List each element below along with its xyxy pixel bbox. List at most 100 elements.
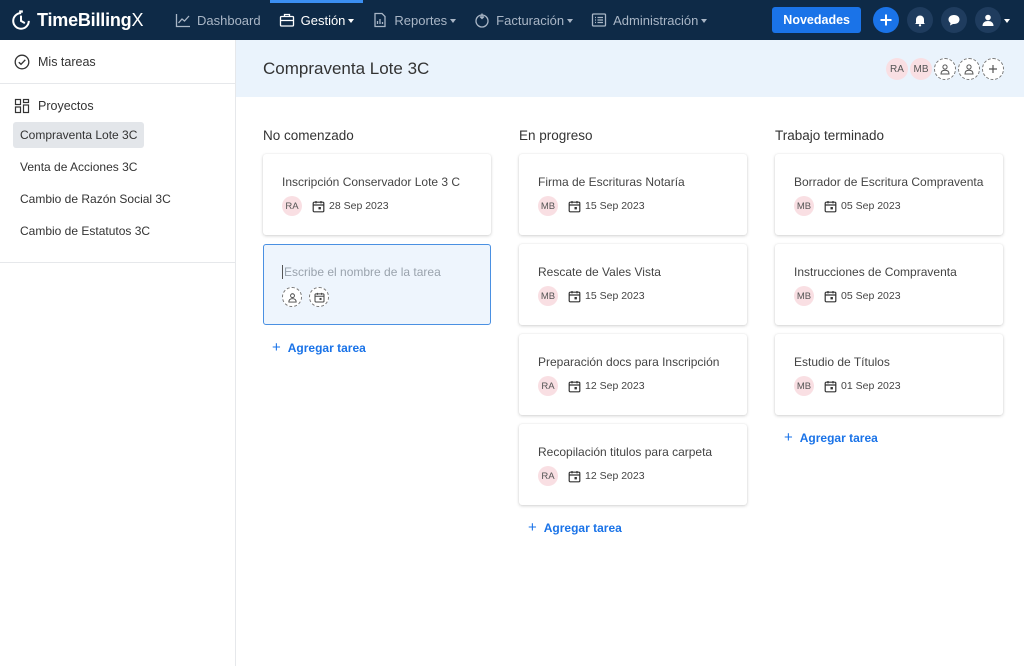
due-date[interactable]: 01 Sep 2023 bbox=[841, 380, 901, 392]
nav-facturacion[interactable]: Facturación bbox=[465, 0, 582, 40]
report-icon bbox=[374, 12, 387, 28]
chevron-down-icon bbox=[701, 19, 708, 23]
project-item[interactable]: Compraventa Lote 3C bbox=[13, 122, 145, 148]
task-card[interactable]: Instrucciones de Compraventa MB 05 Sep 2… bbox=[775, 244, 1003, 325]
task-card[interactable]: Recopilación titulos para carpeta RA 12 … bbox=[519, 424, 747, 505]
add-member-slot[interactable] bbox=[958, 58, 980, 80]
sidebar: Mis tareas Proyectos Compraventa Lote 3C… bbox=[0, 40, 236, 666]
assignee-avatar[interactable]: RA bbox=[538, 466, 558, 486]
due-date[interactable]: 15 Sep 2023 bbox=[585, 200, 645, 212]
task-card[interactable]: Firma de Escrituras Notaría MB 15 Sep 20… bbox=[519, 154, 747, 235]
project-item[interactable]: Cambio de Estatutos 3C bbox=[13, 218, 157, 244]
nav-dashboard[interactable]: Dashboard bbox=[166, 0, 270, 40]
calendar-icon bbox=[568, 380, 581, 392]
check-circle-icon bbox=[14, 54, 30, 69]
logo-text: TimeBillingX bbox=[37, 9, 144, 30]
task-meta: MB 05 Sep 2023 bbox=[794, 196, 901, 216]
nav-reportes[interactable]: Reportes bbox=[363, 0, 465, 40]
project-list: Compraventa Lote 3C Venta de Acciones 3C… bbox=[0, 122, 235, 263]
add-member-button[interactable] bbox=[982, 58, 1004, 80]
new-task-meta bbox=[282, 287, 336, 307]
task-title: Estudio de Títulos bbox=[794, 355, 890, 369]
app-logo[interactable]: TimeBillingX bbox=[10, 9, 160, 31]
column-title: En progreso bbox=[519, 128, 593, 143]
top-navbar: TimeBillingX Dashboard Gestión Reportes … bbox=[0, 0, 1024, 40]
add-task-button[interactable]: + Agregar tarea bbox=[272, 339, 491, 356]
task-title: Borrador de Escritura Compraventa bbox=[794, 175, 984, 189]
add-task-button[interactable]: + Agregar tarea bbox=[528, 519, 747, 536]
member-avatar[interactable]: MB bbox=[910, 58, 932, 80]
new-task-input[interactable]: Escribe el nombre de la tarea bbox=[282, 265, 441, 279]
calendar-icon bbox=[314, 292, 324, 302]
task-title: Rescate de Vales Vista bbox=[538, 265, 661, 279]
plus-icon: + bbox=[528, 519, 537, 536]
calendar-icon bbox=[568, 470, 581, 482]
plus-icon: + bbox=[784, 429, 793, 446]
task-card[interactable]: Borrador de Escritura Compraventa MB 05 … bbox=[775, 154, 1003, 235]
due-date[interactable]: 15 Sep 2023 bbox=[585, 290, 645, 302]
assignee-avatar[interactable]: MB bbox=[538, 196, 558, 216]
task-meta: RA 12 Sep 2023 bbox=[538, 376, 645, 396]
task-meta: MB 15 Sep 2023 bbox=[538, 196, 645, 216]
chevron-down-icon bbox=[348, 19, 355, 23]
due-date[interactable]: 05 Sep 2023 bbox=[841, 290, 901, 302]
calendar-icon bbox=[312, 200, 325, 212]
calendar-icon bbox=[824, 290, 837, 302]
member-avatar[interactable]: RA bbox=[886, 58, 908, 80]
assignee-avatar[interactable]: RA bbox=[282, 196, 302, 216]
due-date[interactable]: 12 Sep 2023 bbox=[585, 470, 645, 482]
task-card[interactable]: Preparación docs para Inscripción RA 12 … bbox=[519, 334, 747, 415]
chevron-down-icon bbox=[567, 19, 574, 23]
column-en-progreso: En progreso Firma de Escrituras Notaría … bbox=[519, 128, 747, 535]
nav-gestion[interactable]: Gestión bbox=[269, 0, 364, 40]
notifications-button[interactable] bbox=[907, 7, 933, 33]
user-outline-icon bbox=[964, 64, 974, 75]
calendar-icon bbox=[824, 200, 837, 212]
assignee-avatar[interactable]: MB bbox=[794, 376, 814, 396]
due-date[interactable]: 12 Sep 2023 bbox=[585, 380, 645, 392]
task-meta: MB 01 Sep 2023 bbox=[794, 376, 901, 396]
assignee-avatar[interactable]: MB bbox=[794, 196, 814, 216]
task-card[interactable]: Inscripción Conservador Lote 3 C RA 28 S… bbox=[263, 154, 491, 235]
briefcase-icon bbox=[279, 13, 294, 27]
plus-icon bbox=[880, 14, 892, 26]
nav-label: Dashboard bbox=[197, 12, 261, 28]
project-item[interactable]: Cambio de Razón Social 3C bbox=[13, 186, 178, 212]
assignee-avatar[interactable]: RA bbox=[538, 376, 558, 396]
project-item[interactable]: Venta de Acciones 3C bbox=[13, 154, 144, 180]
projects-label: Proyectos bbox=[38, 99, 94, 113]
billing-icon bbox=[475, 13, 489, 28]
chat-button[interactable] bbox=[941, 7, 967, 33]
plus-icon: + bbox=[272, 339, 281, 356]
task-meta: MB 15 Sep 2023 bbox=[538, 286, 645, 306]
my-tasks-link[interactable]: Mis tareas bbox=[0, 40, 235, 84]
set-date-button[interactable] bbox=[309, 287, 329, 307]
assignee-avatar[interactable]: MB bbox=[538, 286, 558, 306]
nav-label: Administración bbox=[613, 12, 699, 28]
task-title: Recopilación titulos para carpeta bbox=[538, 445, 713, 459]
task-title: Inscripción Conservador Lote 3 C bbox=[282, 175, 461, 189]
add-button[interactable] bbox=[873, 7, 899, 33]
nav-administracion[interactable]: Administración bbox=[582, 0, 716, 40]
user-menu-button[interactable] bbox=[975, 7, 1001, 33]
due-date[interactable]: 28 Sep 2023 bbox=[329, 200, 389, 212]
add-member-slot[interactable] bbox=[934, 58, 956, 80]
news-button[interactable]: Novedades bbox=[772, 7, 861, 33]
add-task-label: Agregar tarea bbox=[799, 431, 878, 445]
task-title: Instrucciones de Compraventa bbox=[794, 265, 957, 279]
add-task-button[interactable]: + Agregar tarea bbox=[784, 429, 1003, 446]
user-outline-icon bbox=[287, 292, 297, 303]
project-members: RA MB bbox=[884, 58, 1004, 80]
grid-icon bbox=[14, 98, 30, 114]
chevron-down-icon[interactable] bbox=[1004, 19, 1010, 23]
task-card[interactable]: Estudio de Títulos MB 01 Sep 2023 bbox=[775, 334, 1003, 415]
plus-icon bbox=[989, 65, 997, 73]
main-nav: Dashboard Gestión Reportes Facturación A… bbox=[166, 0, 716, 40]
due-date[interactable]: 05 Sep 2023 bbox=[841, 200, 901, 212]
stopwatch-icon bbox=[12, 10, 30, 30]
chevron-down-icon bbox=[450, 19, 457, 23]
assign-user-button[interactable] bbox=[282, 287, 302, 307]
task-card[interactable]: Rescate de Vales Vista MB 15 Sep 2023 bbox=[519, 244, 747, 325]
assignee-avatar[interactable]: MB bbox=[794, 286, 814, 306]
calendar-icon bbox=[568, 290, 581, 302]
